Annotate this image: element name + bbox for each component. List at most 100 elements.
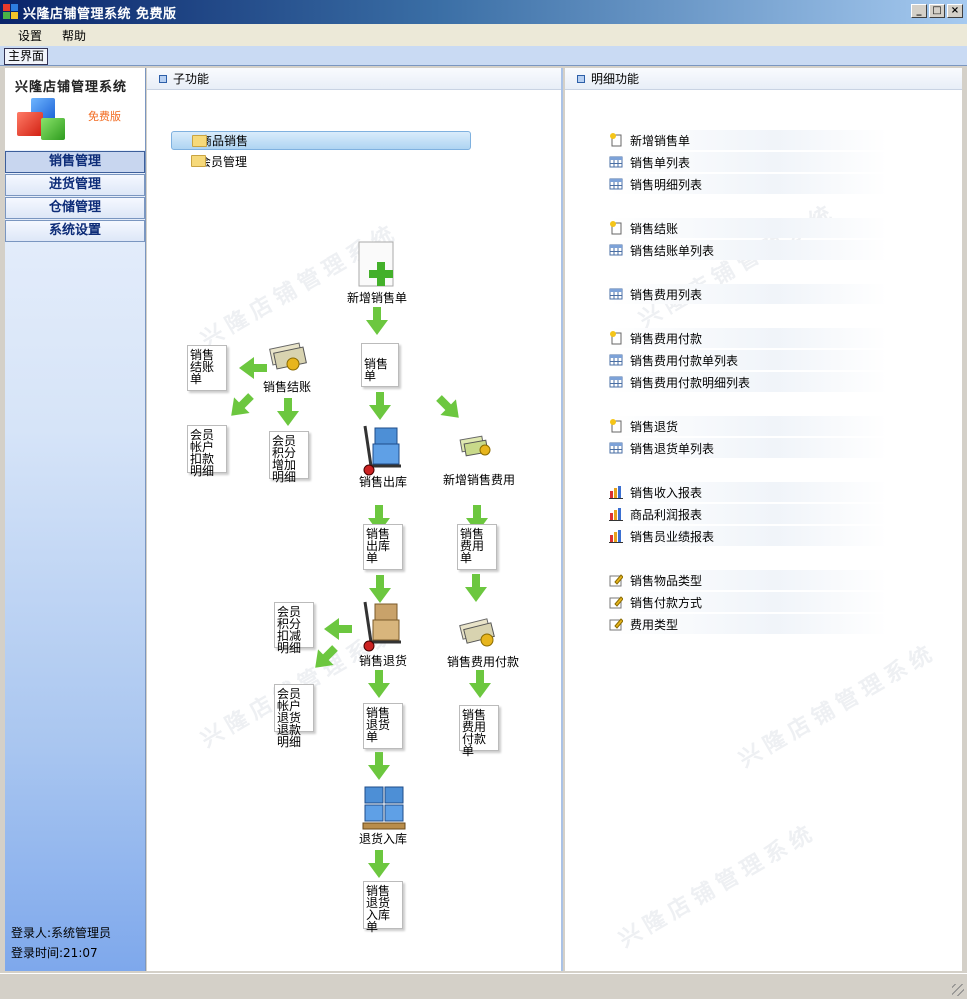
hand-truck-icon: [363, 425, 401, 476]
flow-return-in-doc[interactable]: 销售退货入库单: [363, 881, 403, 933]
detail-item-label: 费用类型: [630, 617, 679, 632]
title-bar: 兴隆店铺管理系统 免费版 _ □ ×: [0, 0, 967, 24]
nav-warehouse[interactable]: 仓储管理: [5, 197, 145, 219]
bar-chart-icon: [609, 485, 623, 499]
tab-strip: 主界面: [0, 46, 967, 66]
new-doc-icon: [609, 419, 623, 433]
table-icon: [609, 441, 623, 455]
money-icon: [269, 342, 307, 371]
status-bar: [0, 973, 967, 999]
money-icon: [459, 435, 491, 457]
detail-panel-header: 明细功能: [565, 68, 962, 90]
menu-help[interactable]: 帮助: [52, 27, 96, 44]
flow-diagram: 兴隆店铺管理系统 兴隆店铺管理系统 新增销售单: [147, 68, 563, 971]
login-time-label: 登录时间:: [11, 946, 64, 960]
app-name: 兴隆店铺管理系统: [15, 80, 128, 95]
flow-return[interactable]: 销售退货: [359, 655, 407, 667]
detail-item-label: 销售退货单列表: [630, 441, 715, 456]
minimize-button[interactable]: _: [911, 4, 927, 18]
detail-item-label: 销售费用列表: [630, 287, 703, 302]
detail-item-label: 销售费用付款单列表: [630, 353, 739, 368]
table-icon: [609, 353, 623, 367]
bar-chart-icon: [609, 507, 623, 521]
table-icon: [609, 375, 623, 389]
table-icon: [609, 177, 623, 191]
detail-item[interactable]: 销售员业绩报表: [609, 526, 887, 546]
detail-panel-title: 明细功能: [591, 72, 640, 86]
app-icon: [3, 4, 19, 20]
edit-icon: [609, 617, 624, 631]
detail-item-label: 销售明细列表: [630, 177, 703, 192]
flow-settle-doc[interactable]: 销售结账单: [187, 345, 227, 391]
login-user: 系统管理员: [51, 926, 112, 940]
flow-acct-refund[interactable]: 会员帐户退货退款明细: [274, 684, 314, 748]
money-icon: [459, 618, 495, 647]
detail-item-label: 销售付款方式: [630, 595, 703, 610]
detail-item[interactable]: 新增销售单: [609, 130, 887, 150]
table-icon: [609, 243, 623, 257]
flow-points-deduct[interactable]: 会员积分扣减明细: [274, 602, 314, 654]
nav-system[interactable]: 系统设置: [5, 220, 145, 242]
flow-member-acct-deduct[interactable]: 会员帐户扣款明细: [187, 425, 227, 477]
detail-item[interactable]: 销售费用付款明细列表: [609, 372, 887, 392]
detail-item[interactable]: 销售物品类型: [609, 570, 887, 590]
detail-item-label: 销售费用付款明细列表: [630, 375, 751, 390]
detail-item[interactable]: 销售结账单列表: [609, 240, 887, 260]
detail-item-label: 销售单列表: [630, 155, 691, 170]
new-doc-icon: [609, 133, 623, 147]
detail-item-label: 新增销售单: [630, 133, 691, 148]
pallet-boxes-icon: [362, 786, 406, 830]
detail-item[interactable]: 销售单列表: [609, 152, 887, 172]
tab-main[interactable]: 主界面: [4, 48, 49, 65]
flow-new-expense[interactable]: 新增销售费用: [443, 474, 515, 486]
flow-sale-doc[interactable]: 销售单: [361, 343, 399, 387]
detail-item-label: 销售收入报表: [630, 485, 703, 500]
detail-item[interactable]: 商品利润报表: [609, 504, 887, 524]
hand-truck-icon: [363, 601, 401, 652]
table-icon: [609, 287, 623, 301]
detail-item-label: 销售退货: [630, 419, 679, 434]
detail-item-label: 销售结账单列表: [630, 243, 715, 258]
maximize-button[interactable]: □: [929, 4, 945, 18]
flow-outbound-doc[interactable]: 销售出库单: [363, 524, 403, 570]
left-nav: 兴隆店铺管理系统 免费版 销售管理 进货管理 仓储管理 系统设置 登录人:系统管…: [5, 68, 146, 971]
detail-item-label: 销售结账: [630, 221, 679, 236]
login-time: 21:07: [63, 946, 98, 960]
window-title: 兴隆店铺管理系统 免费版: [23, 6, 177, 22]
detail-item[interactable]: 销售结账: [609, 218, 887, 238]
flow-expense-doc[interactable]: 销售费用单: [457, 524, 497, 570]
close-button[interactable]: ×: [947, 4, 963, 18]
detail-item[interactable]: 销售费用列表: [609, 284, 887, 304]
detail-panel: 明细功能 兴隆店铺管理系统 兴隆店铺管理系统 兴隆店铺管理系统 新增销售单 销售单…: [565, 68, 962, 971]
bar-chart-icon: [609, 529, 623, 543]
detail-item[interactable]: 销售收入报表: [609, 482, 887, 502]
flow-expense-pay-doc[interactable]: 销售费用付款单: [459, 705, 499, 757]
flow-expense-pay[interactable]: 销售费用付款: [447, 656, 519, 668]
new-doc-icon: [609, 221, 623, 235]
login-info: 登录人:系统管理员 登录时间:21:07: [11, 923, 111, 963]
flow-outbound[interactable]: 销售出库: [359, 476, 407, 488]
detail-item-label: 销售物品类型: [630, 573, 703, 588]
resize-grip-icon[interactable]: [952, 984, 964, 996]
flow-settle[interactable]: 销售结账: [263, 381, 311, 393]
flow-member-points-add[interactable]: 会员积分增加明细: [269, 431, 309, 483]
detail-item[interactable]: 销售明细列表: [609, 174, 887, 194]
cubes-logo-icon: [15, 96, 75, 144]
detail-item-label: 销售费用付款: [630, 331, 703, 346]
detail-item[interactable]: 销售退货: [609, 416, 887, 436]
detail-item[interactable]: 销售付款方式: [609, 592, 887, 612]
flow-return-doc[interactable]: 销售退货单: [363, 703, 403, 749]
menu-settings[interactable]: 设置: [8, 27, 52, 44]
detail-item[interactable]: 销售退货单列表: [609, 438, 887, 458]
edit-icon: [609, 595, 624, 609]
flow-arrows: [231, 307, 491, 878]
flow-return-in[interactable]: 退货入库: [359, 833, 407, 845]
nav-sales[interactable]: 销售管理: [5, 151, 145, 173]
detail-item-label: 商品利润报表: [630, 507, 703, 522]
panel-square-icon: [577, 74, 585, 83]
detail-item-label: 销售员业绩报表: [630, 529, 715, 544]
nav-purchase[interactable]: 进货管理: [5, 174, 145, 196]
detail-item[interactable]: 费用类型: [609, 614, 887, 634]
detail-item[interactable]: 销售费用付款: [609, 328, 887, 348]
detail-item[interactable]: 销售费用付款单列表: [609, 350, 887, 370]
